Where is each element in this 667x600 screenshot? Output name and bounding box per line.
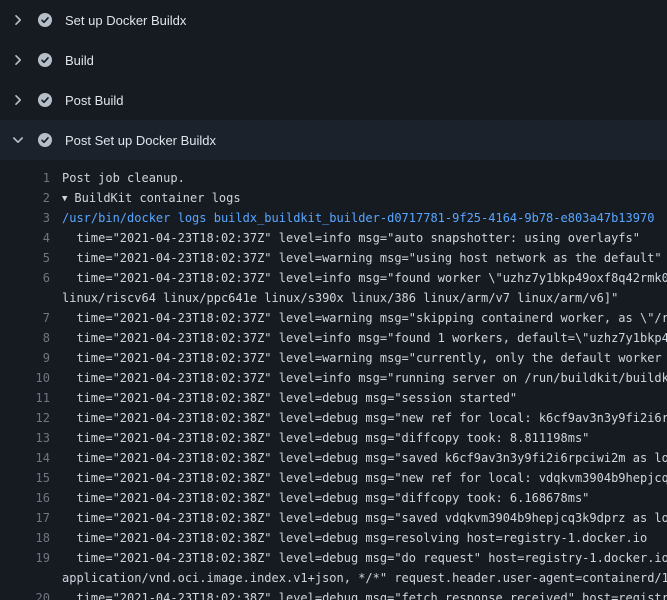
step-header-setup-docker-buildx[interactable]: Set up Docker Buildx [0, 0, 667, 40]
check-circle-icon [37, 12, 53, 28]
log-line: application/vnd.oci.image.index.v1+json,… [0, 568, 667, 588]
log-lines: 1 Post job cleanup. 2 ▼BuildKit container l… [0, 160, 667, 600]
line-number[interactable]: 5 [0, 248, 50, 268]
line-number [0, 568, 50, 588]
check-circle-icon [37, 132, 53, 148]
line-number[interactable]: 1 [0, 168, 50, 188]
line-number[interactable]: 18 [0, 528, 50, 548]
log-line: 17 time="2021-04-23T18:02:38Z" level=deb… [0, 508, 667, 528]
log-text: time="2021-04-23T18:02:38Z" level=debug … [62, 548, 667, 568]
step-label: Set up Docker Buildx [65, 13, 186, 28]
log-text: time="2021-04-23T18:02:38Z" level=debug … [62, 508, 667, 528]
step-label: Post Build [65, 93, 124, 108]
check-circle-icon [37, 52, 53, 68]
log-text: time="2021-04-23T18:02:37Z" level=info m… [62, 268, 667, 288]
log-text: time="2021-04-23T18:02:38Z" level=debug … [62, 488, 667, 508]
line-number[interactable]: 2 [0, 188, 50, 208]
step-label: Build [65, 53, 94, 68]
log-line: 19 time="2021-04-23T18:02:38Z" level=deb… [0, 548, 667, 568]
line-number[interactable]: 9 [0, 348, 50, 368]
log-line: 5 time="2021-04-23T18:02:37Z" level=warn… [0, 248, 667, 268]
log-line: 10 time="2021-04-23T18:02:37Z" level=inf… [0, 368, 667, 388]
log-text: time="2021-04-23T18:02:38Z" level=debug … [62, 408, 667, 428]
log-line: 18 time="2021-04-23T18:02:38Z" level=deb… [0, 528, 667, 548]
chevron-right-icon[interactable] [10, 52, 26, 68]
log-line: 1 Post job cleanup. [0, 168, 667, 188]
line-number[interactable]: 20 [0, 588, 50, 600]
line-number[interactable]: 3 [0, 208, 50, 228]
line-number[interactable]: 6 [0, 268, 50, 288]
log-text: time="2021-04-23T18:02:38Z" level=debug … [62, 388, 667, 408]
line-number[interactable]: 11 [0, 388, 50, 408]
line-number[interactable]: 8 [0, 328, 50, 348]
line-number[interactable]: 15 [0, 468, 50, 488]
chevron-right-icon[interactable] [10, 12, 26, 28]
log-line: 9 time="2021-04-23T18:02:37Z" level=warn… [0, 348, 667, 368]
line-number[interactable]: 14 [0, 448, 50, 468]
workflow-log-viewer: Set up Docker Buildx Build Post Build Po… [0, 0, 667, 600]
log-line: 6 time="2021-04-23T18:02:37Z" level=info… [0, 268, 667, 288]
group-collapse-icon[interactable]: ▼ [62, 194, 67, 204]
step-label: Post Set up Docker Buildx [65, 133, 216, 148]
log-text: time="2021-04-23T18:02:37Z" level=warnin… [62, 308, 667, 328]
log-text: time="2021-04-23T18:02:37Z" level=info m… [62, 228, 667, 248]
line-number[interactable]: 10 [0, 368, 50, 388]
log-line: linux/riscv64 linux/ppc641e linux/s390x … [0, 288, 667, 308]
log-line: 13 time="2021-04-23T18:02:38Z" level=deb… [0, 428, 667, 448]
step-header-post-setup-docker-buildx[interactable]: Post Set up Docker Buildx [0, 120, 667, 160]
log-line: 11 time="2021-04-23T18:02:38Z" level=deb… [0, 388, 667, 408]
log-text: time="2021-04-23T18:02:38Z" level=debug … [62, 468, 667, 488]
log-text: time="2021-04-23T18:02:38Z" level=debug … [62, 428, 667, 448]
log-text: time="2021-04-23T18:02:37Z" level=info m… [62, 368, 667, 388]
log-line: 16 time="2021-04-23T18:02:38Z" level=deb… [0, 488, 667, 508]
line-number [0, 288, 50, 308]
log-text: time="2021-04-23T18:02:38Z" level=debug … [62, 448, 667, 468]
log-line: 7 time="2021-04-23T18:02:37Z" level=warn… [0, 308, 667, 328]
log-line: 8 time="2021-04-23T18:02:37Z" level=info… [0, 328, 667, 348]
line-number[interactable]: 16 [0, 488, 50, 508]
log-text[interactable]: ▼BuildKit container logs [62, 188, 667, 208]
log-line: 4 time="2021-04-23T18:02:37Z" level=info… [0, 228, 667, 248]
check-circle-icon [37, 92, 53, 108]
log-text: time="2021-04-23T18:02:37Z" level=warnin… [62, 248, 667, 268]
chevron-right-icon[interactable] [10, 92, 26, 108]
chevron-down-icon[interactable] [10, 132, 26, 148]
log-text: application/vnd.oci.image.index.v1+json,… [62, 568, 667, 588]
line-number[interactable]: 17 [0, 508, 50, 528]
step-header-post-build[interactable]: Post Build [0, 80, 667, 120]
log-text: time="2021-04-23T18:02:37Z" level=info m… [62, 328, 667, 348]
log-text: linux/riscv64 linux/ppc641e linux/s390x … [62, 288, 667, 308]
log-text: time="2021-04-23T18:02:38Z" level=debug … [62, 588, 667, 600]
line-number[interactable]: 12 [0, 408, 50, 428]
log-text: time="2021-04-23T18:02:38Z" level=debug … [62, 528, 667, 548]
line-number[interactable]: 19 [0, 548, 50, 568]
log-text: Post job cleanup. [62, 168, 667, 188]
log-line: 2 ▼BuildKit container logs [0, 188, 667, 208]
log-line: 15 time="2021-04-23T18:02:38Z" level=deb… [0, 468, 667, 488]
log-line: 12 time="2021-04-23T18:02:38Z" level=deb… [0, 408, 667, 428]
line-number[interactable]: 13 [0, 428, 50, 448]
step-header-build[interactable]: Build [0, 40, 667, 80]
log-line: 20 time="2021-04-23T18:02:38Z" level=deb… [0, 588, 667, 600]
log-text: time="2021-04-23T18:02:37Z" level=warnin… [62, 348, 667, 368]
log-command-text: /usr/bin/docker logs buildx_buildkit_bui… [62, 208, 667, 228]
line-number[interactable]: 7 [0, 308, 50, 328]
log-line: 14 time="2021-04-23T18:02:38Z" level=deb… [0, 448, 667, 468]
line-number[interactable]: 4 [0, 228, 50, 248]
log-line: 3/usr/bin/docker logs buildx_buildkit_bu… [0, 208, 667, 228]
